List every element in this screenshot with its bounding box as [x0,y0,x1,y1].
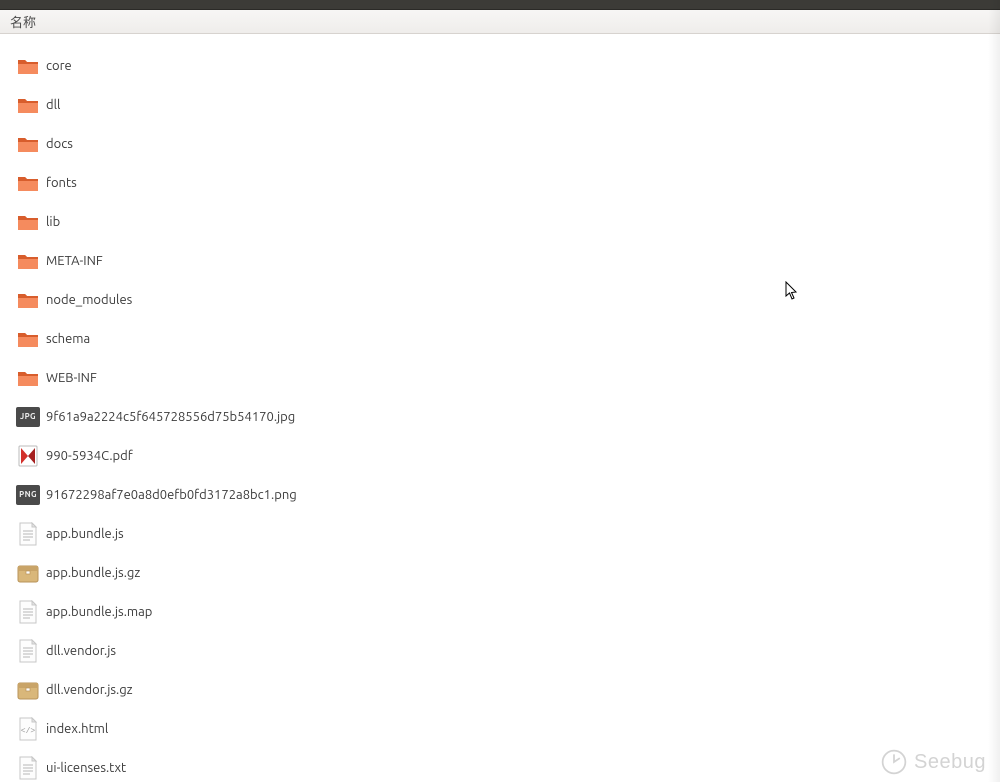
file-row[interactable]: ui-licenses.txt [0,748,1000,782]
watermark: Seebug [880,748,986,776]
file-name: 9f61a9a2224c5f645728556d75b54170.jpg [46,410,295,424]
file-name: docs [46,137,73,151]
file-row[interactable]: WEB-INF [0,358,1000,397]
txt-icon [16,600,40,624]
file-name: ui-licenses.txt [46,761,126,775]
file-row[interactable]: dll.vendor.js [0,631,1000,670]
file-row[interactable]: META-INF [0,241,1000,280]
file-name: core [46,59,72,73]
png-badge-icon: PNG [16,483,40,507]
folder-icon [16,171,40,195]
file-row[interactable]: core [0,46,1000,85]
file-name: WEB-INF [46,371,97,385]
watermark-text: Seebug [914,751,986,774]
folder-icon [16,249,40,273]
pdf-icon [16,444,40,468]
file-name: dll.vendor.js [46,644,116,658]
file-row[interactable]: docs [0,124,1000,163]
file-row[interactable]: dll [0,85,1000,124]
archive-icon [16,561,40,585]
file-list: core dll docs fonts lib META-INF node_mo… [0,34,1000,782]
file-name: META-INF [46,254,103,268]
seebug-logo-icon [880,748,908,776]
folder-icon [16,366,40,390]
image-type-badge: JPG [16,407,40,427]
file-name: dll.vendor.js.gz [46,683,133,697]
window-menubar-strip [0,0,1000,10]
folder-icon [16,54,40,78]
file-name: lib [46,215,60,229]
file-name: app.bundle.js.gz [46,566,140,580]
file-row[interactable]: node_modules [0,280,1000,319]
archive-icon [16,678,40,702]
file-row[interactable]: fonts [0,163,1000,202]
file-row[interactable]: PNG 91672298af7e0a8d0efb0fd3172a8bc1.png [0,475,1000,514]
svg-text:</>: </> [21,727,36,736]
column-header[interactable]: 名称 [0,10,1000,34]
file-name: dll [46,98,60,112]
txt-icon [16,639,40,663]
file-name: app.bundle.js.map [46,605,152,619]
file-row[interactable]: lib [0,202,1000,241]
file-row[interactable]: </> index.html [0,709,1000,748]
file-name: node_modules [46,293,132,307]
folder-icon [16,327,40,351]
txt-icon [16,522,40,546]
jpg-badge-icon: JPG [16,405,40,429]
column-header-name: 名称 [10,12,36,31]
file-row[interactable]: app.bundle.js [0,514,1000,553]
file-row[interactable]: JPG 9f61a9a2224c5f645728556d75b54170.jpg [0,397,1000,436]
file-row[interactable]: 990-5934C.pdf [0,436,1000,475]
folder-icon [16,210,40,234]
file-name: app.bundle.js [46,527,124,541]
folder-icon [16,132,40,156]
file-name: schema [46,332,90,346]
file-name: 91672298af7e0a8d0efb0fd3172a8bc1.png [46,488,297,502]
file-name: 990-5934C.pdf [46,449,133,463]
txt-icon [16,756,40,780]
file-row[interactable]: app.bundle.js.gz [0,553,1000,592]
file-name: fonts [46,176,77,190]
file-row[interactable]: app.bundle.js.map [0,592,1000,631]
file-row[interactable]: schema [0,319,1000,358]
folder-icon [16,288,40,312]
file-row[interactable]: dll.vendor.js.gz [0,670,1000,709]
html-icon: </> [16,717,40,741]
file-name: index.html [46,722,108,736]
folder-icon [16,93,40,117]
image-type-badge: PNG [16,485,40,505]
